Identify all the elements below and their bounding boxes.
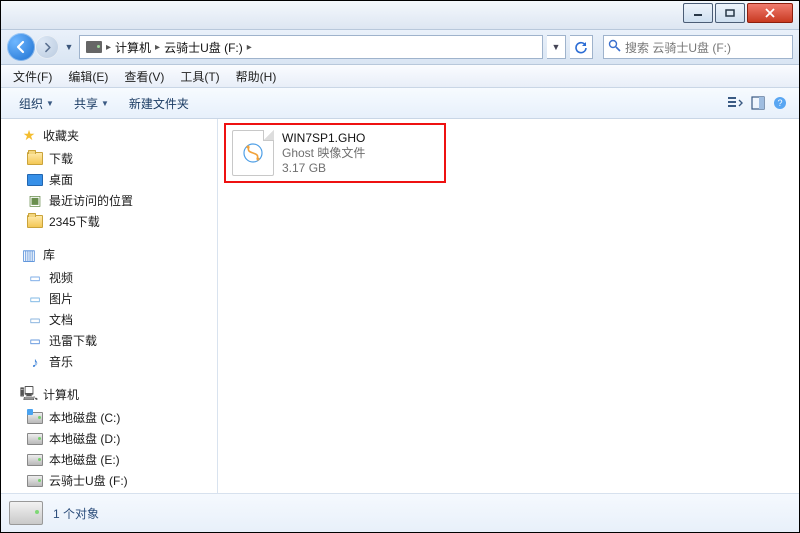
history-dropdown[interactable]: ▼ bbox=[63, 42, 75, 52]
menu-edit[interactable]: 编辑(E) bbox=[60, 66, 116, 87]
sidebar-item-documents[interactable]: ▭ 文档 bbox=[7, 309, 217, 330]
picture-icon: ▭ bbox=[27, 291, 43, 307]
favorites-header[interactable]: ★ 收藏夹 bbox=[7, 125, 217, 146]
nav-row: ▼ ▸ 计算机 ▸ 云骑士U盘 (F:) ▸ ▼ 搜索 云骑士U盘 (F:) bbox=[1, 30, 799, 65]
breadcrumb-current[interactable]: 云骑士U盘 (F:) bbox=[160, 39, 247, 56]
status-count: 1 个对象 bbox=[53, 505, 99, 522]
search-box[interactable]: 搜索 云骑士U盘 (F:) bbox=[603, 35, 793, 59]
nav-pane[interactable]: ★ 收藏夹 下载 桌面 ▣ 最近访问的位置 2345下载 bbox=[1, 119, 218, 493]
drive-icon bbox=[27, 473, 43, 489]
recent-icon: ▣ bbox=[27, 193, 43, 209]
favorites-label: 收藏夹 bbox=[43, 127, 79, 144]
file-item[interactable]: WIN7SP1.GHO Ghost 映像文件 3.17 GB bbox=[228, 127, 442, 179]
computer-group: 🖳 计算机 本地磁盘 (C:) 本地磁盘 (D:) 本地磁盘 (E:) bbox=[7, 384, 217, 491]
body: ★ 收藏夹 下载 桌面 ▣ 最近访问的位置 2345下载 bbox=[1, 119, 799, 493]
help-button[interactable]: ? bbox=[769, 92, 791, 114]
breadcrumb-root[interactable]: 计算机 bbox=[111, 39, 155, 56]
folder-icon bbox=[27, 151, 43, 167]
drive-icon bbox=[9, 501, 43, 525]
drive-icon bbox=[27, 431, 43, 447]
sidebar-item-drive-d[interactable]: 本地磁盘 (D:) bbox=[7, 428, 217, 449]
sidebar-item-drive-e[interactable]: 本地磁盘 (E:) bbox=[7, 449, 217, 470]
sidebar-item-recent[interactable]: ▣ 最近访问的位置 bbox=[7, 190, 217, 211]
desktop-icon bbox=[27, 172, 43, 188]
search-placeholder: 搜索 云骑士U盘 (F:) bbox=[625, 39, 731, 56]
minimize-button[interactable] bbox=[683, 3, 713, 23]
drive-icon bbox=[86, 41, 102, 53]
sidebar-item-desktop[interactable]: 桌面 bbox=[7, 169, 217, 190]
sidebar-item-pictures[interactable]: ▭ 图片 bbox=[7, 288, 217, 309]
search-icon bbox=[608, 39, 621, 55]
sidebar-item-drive-f[interactable]: 云骑士U盘 (F:) bbox=[7, 470, 217, 491]
maximize-button[interactable] bbox=[715, 3, 745, 23]
file-meta: WIN7SP1.GHO Ghost 映像文件 3.17 GB bbox=[282, 131, 365, 176]
libraries-label: 库 bbox=[43, 246, 55, 263]
drive-icon bbox=[27, 452, 43, 468]
view-options-button[interactable] bbox=[725, 92, 747, 114]
status-bar: 1 个对象 bbox=[1, 493, 799, 532]
explorer-window: ▼ ▸ 计算机 ▸ 云骑士U盘 (F:) ▸ ▼ 搜索 云骑士U盘 (F:) 文… bbox=[0, 0, 800, 533]
ghost-file-icon bbox=[232, 130, 274, 176]
close-button[interactable] bbox=[747, 3, 793, 23]
share-button[interactable]: 共享▼ bbox=[64, 95, 119, 112]
libraries-icon: ▥ bbox=[21, 247, 37, 263]
back-button[interactable] bbox=[7, 33, 35, 61]
sidebar-item-videos[interactable]: ▭ 视频 bbox=[7, 267, 217, 288]
computer-label: 计算机 bbox=[43, 386, 79, 403]
file-size: 3.17 GB bbox=[282, 161, 365, 176]
sidebar-item-music[interactable]: ♪ 音乐 bbox=[7, 351, 217, 372]
content-area[interactable]: WIN7SP1.GHO Ghost 映像文件 3.17 GB bbox=[218, 119, 799, 493]
sidebar-item-downloads[interactable]: 下载 bbox=[7, 148, 217, 169]
menu-view[interactable]: 查看(V) bbox=[116, 66, 172, 87]
libraries-header[interactable]: ▥ 库 bbox=[7, 244, 217, 265]
toolbar: 组织▼ 共享▼ 新建文件夹 ? bbox=[1, 88, 799, 119]
menu-tools[interactable]: 工具(T) bbox=[172, 66, 227, 87]
menu-file[interactable]: 文件(F) bbox=[5, 66, 60, 87]
forward-button[interactable] bbox=[35, 35, 59, 59]
address-bar[interactable]: ▸ 计算机 ▸ 云骑士U盘 (F:) ▸ bbox=[79, 35, 543, 59]
refresh-button[interactable] bbox=[570, 35, 593, 59]
svg-text:?: ? bbox=[777, 98, 782, 108]
drive-icon bbox=[27, 410, 43, 426]
document-icon: ▭ bbox=[27, 312, 43, 328]
sidebar-item-drive-c[interactable]: 本地磁盘 (C:) bbox=[7, 407, 217, 428]
favorites-group: ★ 收藏夹 下载 桌面 ▣ 最近访问的位置 2345下载 bbox=[7, 125, 217, 232]
libraries-group: ▥ 库 ▭ 视频 ▭ 图片 ▭ 文档 ▭ 迅雷下载 bbox=[7, 244, 217, 372]
file-type: Ghost 映像文件 bbox=[282, 146, 365, 161]
address-history-button[interactable]: ▼ bbox=[547, 35, 566, 59]
titlebar bbox=[1, 1, 799, 30]
folder-icon bbox=[27, 214, 43, 230]
breadcrumb-sep-icon: ▸ bbox=[247, 42, 252, 53]
new-folder-button[interactable]: 新建文件夹 bbox=[119, 95, 199, 112]
star-icon: ★ bbox=[21, 128, 37, 144]
organize-button[interactable]: 组织▼ bbox=[9, 95, 64, 112]
video-icon: ▭ bbox=[27, 270, 43, 286]
computer-icon: 🖳 bbox=[21, 387, 37, 403]
computer-header[interactable]: 🖳 计算机 bbox=[7, 384, 217, 405]
folder-icon: ▭ bbox=[27, 333, 43, 349]
sidebar-item-2345[interactable]: 2345下载 bbox=[7, 211, 217, 232]
sidebar-item-thunder[interactable]: ▭ 迅雷下载 bbox=[7, 330, 217, 351]
menubar: 文件(F) 编辑(E) 查看(V) 工具(T) 帮助(H) bbox=[1, 65, 799, 88]
menu-help[interactable]: 帮助(H) bbox=[228, 66, 285, 87]
file-name: WIN7SP1.GHO bbox=[282, 131, 365, 146]
preview-pane-button[interactable] bbox=[747, 92, 769, 114]
music-icon: ♪ bbox=[27, 354, 43, 370]
